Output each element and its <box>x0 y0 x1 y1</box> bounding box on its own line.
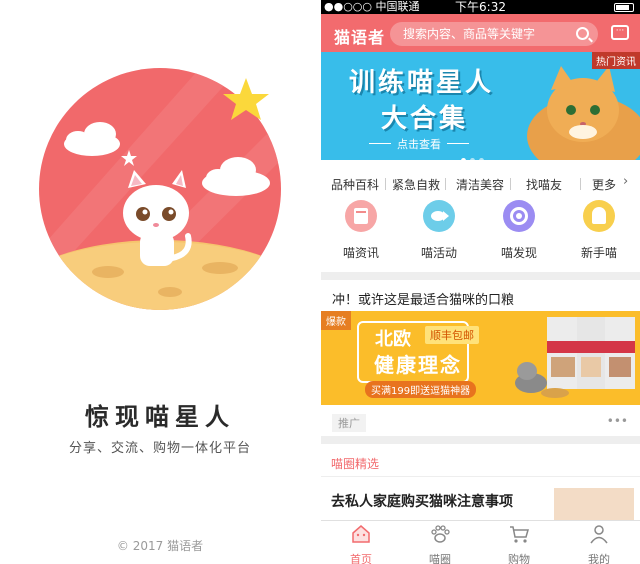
article-thumbnail[interactable] <box>554 488 634 522</box>
category-more[interactable]: 更多 <box>592 176 616 193</box>
carousel-dot[interactable] <box>479 158 484 160</box>
user-icon <box>590 525 608 544</box>
category-bar: 品种百科 紧急自救 清洁美容 找喵友 更多 › <box>321 168 640 198</box>
search-input[interactable]: 搜索内容、商品等关键字 <box>390 22 598 46</box>
app-logo: 猫语者 <box>334 28 386 47</box>
ad-promo[interactable]: 买满199即送逗猫神器 <box>365 381 477 398</box>
search-placeholder: 搜索内容、商品等关键字 <box>403 27 536 41</box>
tab-label: 我的 <box>588 553 610 564</box>
divider <box>321 436 640 444</box>
status-time: 下午6:32 <box>455 0 506 14</box>
tab-home[interactable]: 首页 <box>331 524 391 564</box>
ad-banner[interactable]: 爆款 北欧 顺丰包邮 健康理念 买满199即送逗猫神器 <box>321 311 640 405</box>
quick-link-label: 新手喵 <box>580 246 617 260</box>
banner-title-line1: 训练喵星人 <box>349 68 495 98</box>
quick-links: 喵资讯 喵活动 喵发现 新手喵 <box>321 200 640 268</box>
tab-label: 购物 <box>508 553 530 564</box>
tab-me[interactable]: 我的 <box>569 524 629 564</box>
tab-label: 首页 <box>350 553 372 564</box>
app-header: 猫语者 搜索内容、商品等关键字 ··· <box>321 14 640 52</box>
status-bar: ●●○○○ 中国联通 下午6:32 <box>321 0 640 14</box>
chevron-right-icon[interactable]: › <box>623 174 628 189</box>
ad-tag: 爆款 <box>321 311 351 330</box>
news-icon <box>345 200 377 232</box>
quick-link-news[interactable]: 喵资讯 <box>331 200 391 261</box>
quick-link-newbie[interactable]: 新手喵 <box>569 200 629 261</box>
category-item[interactable]: 品种百科 <box>331 176 379 193</box>
splash-illustration <box>39 68 281 310</box>
more-options-icon[interactable]: ••• <box>607 414 628 428</box>
splash-screen: 惊现喵星人 分享、交流、购物一体化平台 © 2017 猫语者 <box>0 0 320 564</box>
splash-title: 惊现喵星人 <box>85 403 235 431</box>
quick-link-label: 喵发现 <box>500 246 537 260</box>
message-icon[interactable]: ··· <box>611 25 629 40</box>
bottom-tab-bar: 首页 喵圈 购物 我的 <box>321 520 640 564</box>
home-icon <box>352 525 370 543</box>
banner-tag: 热门资讯 <box>592 52 640 69</box>
category-item[interactable]: 清洁美容 <box>456 176 504 193</box>
quick-link-label: 喵资讯 <box>342 246 379 260</box>
copyright-text: © 2017 猫语者 <box>116 539 204 553</box>
hero-banner[interactable]: 训练喵星人 大合集 点击查看 热门资讯 <box>321 52 640 160</box>
section-heading[interactable]: 喵圈精选 <box>331 455 379 472</box>
tab-shopping[interactable]: 购物 <box>489 524 549 564</box>
category-item[interactable]: 找喵友 <box>526 176 562 193</box>
fish-icon <box>423 200 455 232</box>
carousel-dot[interactable] <box>470 158 475 160</box>
app-home-screen: ●●○○○ 中国联通 下午6:32 猫语者 搜索内容、商品等关键字 ··· 训练… <box>321 0 640 564</box>
carousel-dot[interactable] <box>461 158 466 160</box>
quick-link-events[interactable]: 喵活动 <box>409 200 469 261</box>
category-item[interactable]: 紧急自救 <box>392 176 440 193</box>
sponsored-badge: 推广 <box>332 414 366 432</box>
tab-circle[interactable]: 喵圈 <box>410 524 470 564</box>
article-title[interactable]: 去私人家庭购买猫咪注意事项 <box>331 491 513 511</box>
target-icon <box>503 200 535 232</box>
ad-line1: 北欧 <box>375 329 411 350</box>
divider <box>321 272 640 280</box>
feed-post-title[interactable]: 冲！或许这是最适合猫咪的口粮 <box>332 289 514 308</box>
ad-line2: 健康理念 <box>374 353 462 377</box>
battery-icon <box>614 3 634 12</box>
tab-label: 喵圈 <box>429 553 451 564</box>
quick-link-label: 喵活动 <box>420 246 457 260</box>
paw-icon <box>431 525 450 543</box>
splash-subtitle: 分享、交流、购物一体化平台 <box>68 441 251 456</box>
ghost-icon <box>583 200 615 232</box>
quick-link-discover[interactable]: 喵发现 <box>489 200 549 261</box>
search-icon[interactable] <box>576 27 589 40</box>
cart-icon <box>510 526 529 543</box>
banner-title-line2: 大合集 <box>381 104 469 134</box>
ad-badge: 顺丰包邮 <box>425 326 479 344</box>
banner-cta[interactable]: 点击查看 <box>397 136 441 152</box>
carousel-dots[interactable] <box>461 148 488 160</box>
